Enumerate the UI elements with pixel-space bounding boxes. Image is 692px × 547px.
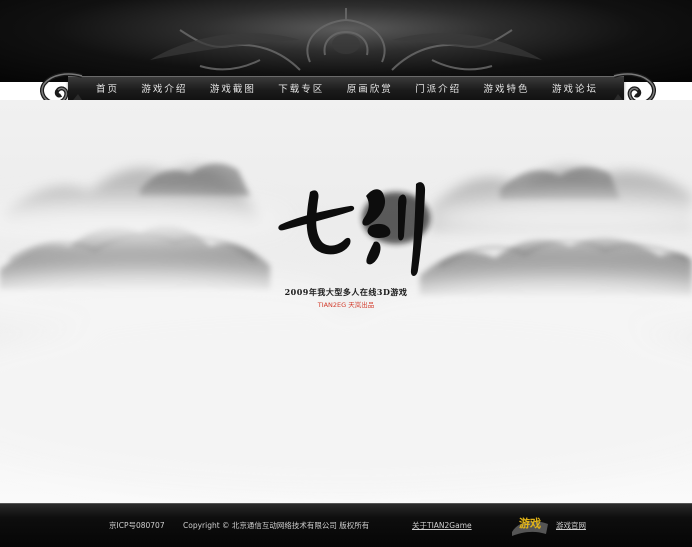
- publisher-logo[interactable]: 游戏: [508, 512, 552, 538]
- developer-tag: TIAN2EG 天岚出品: [317, 301, 375, 309]
- nav-item-sects[interactable]: 门派介绍: [415, 81, 461, 95]
- icp-number: 京ICP号080707: [109, 521, 165, 530]
- main-nav: 首页 游戏介绍 游戏截图 下载专区 原画欣赏 门派介绍 游戏特色 游戏论坛: [96, 76, 598, 100]
- tagline: 2009年我大型多人在线3D游戏: [284, 287, 408, 297]
- official-site-link[interactable]: 游戏官网: [556, 520, 586, 531]
- nav-item-screenshots[interactable]: 游戏截图: [210, 81, 256, 95]
- page: 首页 游戏介绍 游戏截图 下载专区 原画欣赏 门派介绍 游戏特色 游戏论坛 20…: [0, 0, 692, 547]
- nav-item-forum[interactable]: 游戏论坛: [552, 81, 598, 95]
- nav-item-home[interactable]: 首页: [96, 81, 119, 95]
- copyright-text: Copyright © 北京通信互动网络技术有限公司 版权所有: [183, 521, 370, 530]
- hero: 2009年我大型多人在线3D游戏 TIAN2EG 天岚出品: [0, 100, 692, 503]
- svg-text:游戏: 游戏: [519, 516, 541, 530]
- about-link[interactable]: 关于TIAN2Game: [412, 520, 472, 531]
- nav-item-features[interactable]: 游戏特色: [484, 81, 530, 95]
- tribal-ornament-icon: [150, 8, 542, 71]
- nav-item-game-intro[interactable]: 游戏介绍: [141, 81, 187, 95]
- nav-item-artwork[interactable]: 原画欣赏: [347, 81, 393, 95]
- nav-item-downloads[interactable]: 下载专区: [278, 81, 324, 95]
- game-logo: [278, 182, 426, 276]
